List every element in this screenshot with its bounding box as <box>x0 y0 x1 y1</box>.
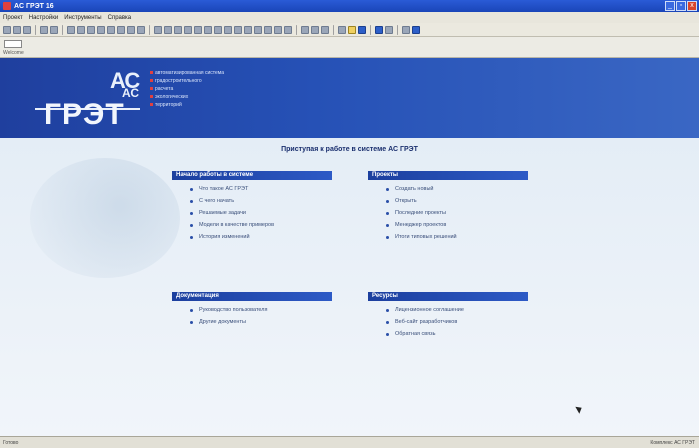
tool-icon[interactable] <box>234 25 242 34</box>
title-bar: AC ГРЭТ 16 _ ▫ x <box>0 0 699 12</box>
minimize-button[interactable]: _ <box>665 1 675 11</box>
tagline-line: автоматизированная система <box>150 70 224 77</box>
panel-resources: Ресурсы Лицензионное соглашение Веб-сайт… <box>368 292 528 343</box>
tool-icon[interactable] <box>301 25 309 34</box>
panel-header: Ресурсы <box>368 292 528 301</box>
link-feedback[interactable]: Обратная связь <box>386 331 528 337</box>
menu-project[interactable]: Проект <box>3 15 23 21</box>
toolbar-divider <box>35 24 36 35</box>
menu-settings[interactable]: Настройки <box>29 15 58 21</box>
link-open-project[interactable]: Открыть <box>386 198 528 204</box>
background-image <box>30 158 180 278</box>
window-title: AC ГРЭТ 16 <box>14 2 54 10</box>
tool-icon[interactable] <box>194 25 202 34</box>
save-icon[interactable] <box>23 25 31 34</box>
address-bar: Welcome <box>0 37 699 58</box>
address-label: Welcome <box>3 50 24 56</box>
tagline-line: территорий <box>150 102 224 109</box>
link-changelog[interactable]: История изменений <box>190 234 332 240</box>
tool-icon[interactable] <box>204 25 212 34</box>
link-recent-projects[interactable]: Последние проекты <box>386 210 528 216</box>
tool-icon[interactable] <box>254 25 262 34</box>
tool-icon[interactable] <box>174 25 182 34</box>
panel-header: Документация <box>172 292 332 301</box>
tagline-line: градостроительного <box>150 78 224 85</box>
tool-icon[interactable] <box>117 25 125 34</box>
open-icon[interactable] <box>13 25 21 34</box>
panel-start: Начало работы в системе Что такое АС ГРЭ… <box>172 171 332 246</box>
play-icon[interactable] <box>375 25 383 34</box>
window-controls: _ ▫ x <box>665 1 697 11</box>
toolbar-divider <box>333 24 334 35</box>
hash-icon[interactable] <box>50 25 58 34</box>
link-examples[interactable]: Модели в качестве примеров <box>190 222 332 228</box>
toolbar-divider <box>296 24 297 35</box>
banner: АС АС ГРЭТ автоматизированная система гр… <box>0 58 699 138</box>
tool-icon[interactable] <box>264 25 272 34</box>
start-page: АС АС ГРЭТ автоматизированная система гр… <box>0 58 699 436</box>
logo-name: ГРЭТ <box>44 98 125 131</box>
tool-icon[interactable] <box>224 25 232 34</box>
cut-icon[interactable] <box>40 25 48 34</box>
link-project-manager[interactable]: Менеджер проектов <box>386 222 528 228</box>
tool-icon[interactable] <box>107 25 115 34</box>
tool-icon[interactable] <box>214 25 222 34</box>
tool-icon[interactable] <box>137 25 145 34</box>
tool-icon[interactable] <box>77 25 85 34</box>
tagline-line: расчета <box>150 86 224 93</box>
content-area: Приступая к работе в системе АС ГРЭТ Нач… <box>0 138 699 436</box>
tool-icon[interactable] <box>284 25 292 34</box>
menu-help[interactable]: Справка <box>108 15 132 21</box>
tool-icon[interactable] <box>244 25 252 34</box>
tool-icon[interactable] <box>184 25 192 34</box>
welcome-title: Приступая к работе в системе АС ГРЭТ <box>281 146 418 153</box>
toolbar-divider <box>397 24 398 35</box>
panel-projects: Проекты Создать новый Открыть Последние … <box>368 171 528 246</box>
status-right: Комплекс АС ГРЭТ <box>650 440 695 446</box>
link-new-project[interactable]: Создать новый <box>386 186 528 192</box>
toolbar-divider <box>370 24 371 35</box>
stop-icon[interactable] <box>385 25 393 34</box>
tool-icon[interactable] <box>127 25 135 34</box>
tool-icon[interactable] <box>87 25 95 34</box>
panel-header: Проекты <box>368 171 528 180</box>
link-tasks[interactable]: Решаемые задачи <box>190 210 332 216</box>
tool-icon[interactable] <box>154 25 162 34</box>
close-button[interactable]: x <box>687 1 697 11</box>
link-typical-solutions[interactable]: Итоги типовых решений <box>386 234 528 240</box>
address-field[interactable] <box>4 40 22 48</box>
toolbar <box>0 23 699 37</box>
toolbar-divider <box>149 24 150 35</box>
status-text: Готово <box>3 440 19 446</box>
app-icon <box>3 2 11 10</box>
panel-docs: Документация Руководство пользователя Др… <box>172 292 332 331</box>
tagline-line: экологических <box>150 94 224 101</box>
new-icon[interactable] <box>3 25 11 34</box>
toolbar-divider <box>62 24 63 35</box>
tool-icon[interactable] <box>311 25 319 34</box>
tool-icon[interactable] <box>338 25 346 34</box>
menu-bar: Проект Настройки Инструменты Справка <box>0 12 699 23</box>
tool-icon[interactable] <box>67 25 75 34</box>
active-tool-icon[interactable] <box>358 25 366 34</box>
help-icon[interactable] <box>412 25 420 34</box>
link-user-guide[interactable]: Руководство пользователя <box>190 307 332 313</box>
link-license[interactable]: Лицензионное соглашение <box>386 307 528 313</box>
banner-tagline: автоматизированная система градостроител… <box>150 70 224 110</box>
tool-icon[interactable] <box>321 25 329 34</box>
panel-header: Начало работы в системе <box>172 171 332 180</box>
link-website[interactable]: Веб-сайт разработчиков <box>386 319 528 325</box>
settings-icon[interactable] <box>402 25 410 34</box>
link-what-is[interactable]: Что такое АС ГРЭТ <box>190 186 332 192</box>
maximize-button[interactable]: ▫ <box>676 1 686 11</box>
status-bar: Готово Комплекс АС ГРЭТ <box>0 436 699 448</box>
tool-icon[interactable] <box>97 25 105 34</box>
tool-icon[interactable] <box>274 25 282 34</box>
link-getting-started[interactable]: С чего начать <box>190 198 332 204</box>
active-tool-icon[interactable] <box>348 25 356 34</box>
link-other-docs[interactable]: Другие документы <box>190 319 332 325</box>
tool-icon[interactable] <box>164 25 172 34</box>
menu-tools[interactable]: Инструменты <box>64 15 101 21</box>
